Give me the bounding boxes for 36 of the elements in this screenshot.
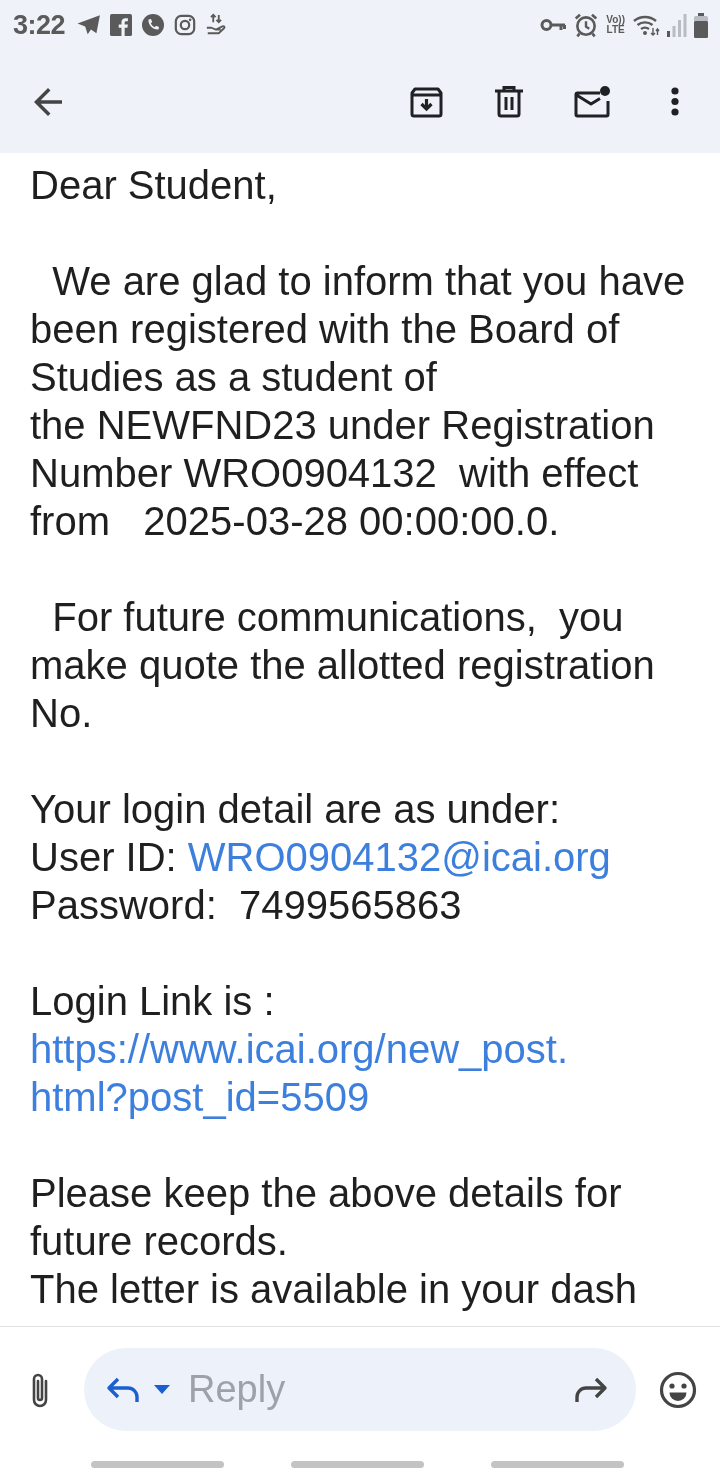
- key-icon: [540, 18, 567, 32]
- volte-indicator: Vo)) LTE: [606, 15, 625, 35]
- paper-plane-icon: [77, 14, 102, 36]
- phone-circle-icon: [141, 13, 166, 37]
- camera-icon: [174, 14, 197, 36]
- reply-input[interactable]: Reply: [188, 1368, 572, 1411]
- message-text: Your login detail are as under:: [30, 786, 561, 833]
- message-text: Dear Student,: [30, 162, 278, 209]
- message-text: Please keep the above details for future records.: [30, 1170, 623, 1265]
- hand-arrows-icon: [205, 13, 228, 37]
- trash-icon: [495, 85, 523, 118]
- message-text: The letter is available in your dash: [30, 1266, 638, 1313]
- message-text: Login Link is :: [30, 978, 276, 1025]
- message-text: Password: 7499565863: [30, 882, 463, 929]
- alarm-clock-icon: [573, 12, 600, 38]
- archive-box-icon: [409, 85, 443, 118]
- url-link[interactable]: https://www.icai.org/new_post.html?post_id=5509: [30, 1025, 580, 1121]
- message-text: We are glad to inform that you have been registered with the Board of Studies as a student of the NEWFND23 under Registration Number WRO0904132 with effect from 2025-03-28 00:00:00.0.: [30, 258, 687, 545]
- caret-down-icon: [154, 1385, 170, 1394]
- forward-arrow-icon: [574, 1375, 608, 1404]
- reply-bar[interactable]: Reply: [84, 1348, 636, 1431]
- smiley-face-icon: [659, 1370, 697, 1409]
- arrow-left-icon: [33, 87, 63, 116]
- field-label: User ID:: [30, 835, 178, 879]
- envelope-dot-icon: [574, 85, 610, 118]
- signal-icon: [667, 13, 687, 37]
- emoji-button[interactable]: [658, 1369, 698, 1410]
- reply-arrow-icon: [106, 1375, 140, 1404]
- reply-mode-button[interactable]: [106, 1375, 170, 1404]
- message-text: For future communications, you make quote the allotted registration No.: [30, 594, 656, 737]
- letter-f-square-icon: [110, 14, 133, 36]
- email-link[interactable]: WRO0904132@icai.org: [187, 835, 611, 879]
- wifi-icon: [632, 13, 660, 37]
- clock-time: 3:22: [13, 9, 66, 41]
- battery-icon: [694, 12, 708, 38]
- vertical-dots-icon: [671, 87, 679, 116]
